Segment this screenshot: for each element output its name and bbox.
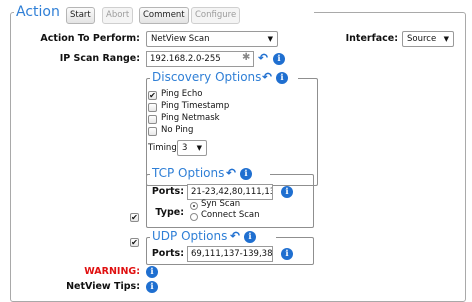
ping-echo-checkbox[interactable]: ✔ [148,91,157,100]
interface-select[interactable]: Source ▼ [402,31,454,47]
ip-range-value: 192.168.2.0-255 [150,54,221,64]
undo-icon[interactable]: ↶ [262,71,272,83]
netview-tips-label: NetView Tips: [66,281,140,292]
discovery-options-title: Discovery Options [152,70,262,84]
chevron-down-icon: ▼ [443,35,449,43]
udp-ports-label: Ports: [151,248,184,259]
tcp-ports-value: 21-23,42,80,111,135 [191,187,273,197]
undo-icon[interactable]: ↶ [226,167,236,179]
chevron-down-icon: ▼ [196,144,202,152]
ping-netmask-checkbox[interactable] [148,115,157,124]
syn-scan-label: Syn Scan [201,199,241,209]
ping-echo-label: Ping Echo [161,89,203,99]
no-ping-label: No Ping [161,125,194,135]
timing-select-value: 3 [182,143,188,153]
udp-enable-checkbox[interactable]: ✔ [130,238,139,247]
tcp-type-label: Type: [155,207,184,218]
syn-scan-radio[interactable] [190,202,198,210]
connect-scan-label: Connect Scan [201,210,260,220]
timing-select[interactable]: 3 ▼ [177,140,207,156]
info-icon[interactable]: i [273,53,285,65]
info-icon[interactable]: i [244,231,256,243]
no-ping-checkbox[interactable] [148,127,157,136]
info-icon[interactable]: i [146,266,158,278]
undo-icon[interactable]: ↶ [258,52,268,64]
action-select-value: NetView Scan [151,34,210,44]
comment-button[interactable]: Comment [139,7,189,24]
info-icon[interactable]: i [281,248,293,260]
info-icon[interactable]: i [276,72,288,84]
info-icon[interactable]: i [146,281,158,293]
ping-timestamp-checkbox[interactable] [148,103,157,112]
ip-range-input[interactable]: 192.168.2.0-255 [146,51,254,67]
undo-icon[interactable]: ↶ [230,230,240,242]
ping-netmask-label: Ping Netmask [161,113,220,123]
interface-select-value: Source [407,34,437,44]
info-icon[interactable]: i [240,168,252,180]
udp-ports-input[interactable]: 69,111,137-139,389 [187,246,273,262]
abort-button[interactable]: Abort [102,7,134,24]
tcp-enable-checkbox[interactable]: ✔ [130,213,139,222]
tcp-ports-input[interactable]: 21-23,42,80,111,135 [187,184,273,200]
action-to-perform-label: Action To Perform: [40,33,140,44]
asterisk-icon[interactable]: ✱ [242,52,250,63]
interface-label: Interface: [345,33,398,44]
start-button[interactable]: Start [66,7,95,24]
udp-ports-value: 69,111,137-139,389 [191,249,273,259]
configure-button[interactable]: Configure [191,7,241,24]
ip-scan-range-label: IP Scan Range: [59,53,140,64]
tcp-ports-label: Ports: [151,186,184,197]
connect-scan-radio[interactable] [190,213,198,221]
udp-options-title: UDP Options [152,229,228,243]
chevron-down-icon: ▼ [267,35,273,43]
tcp-options-title: TCP Options [152,166,225,180]
ping-timestamp-label: Ping Timestamp [161,101,230,111]
action-select[interactable]: NetView Scan ▼ [146,31,278,47]
action-legend: Action [16,4,60,20]
info-icon[interactable]: i [281,186,293,198]
timing-label: Timing [148,143,177,153]
warning-label: WARNING: [84,266,140,277]
